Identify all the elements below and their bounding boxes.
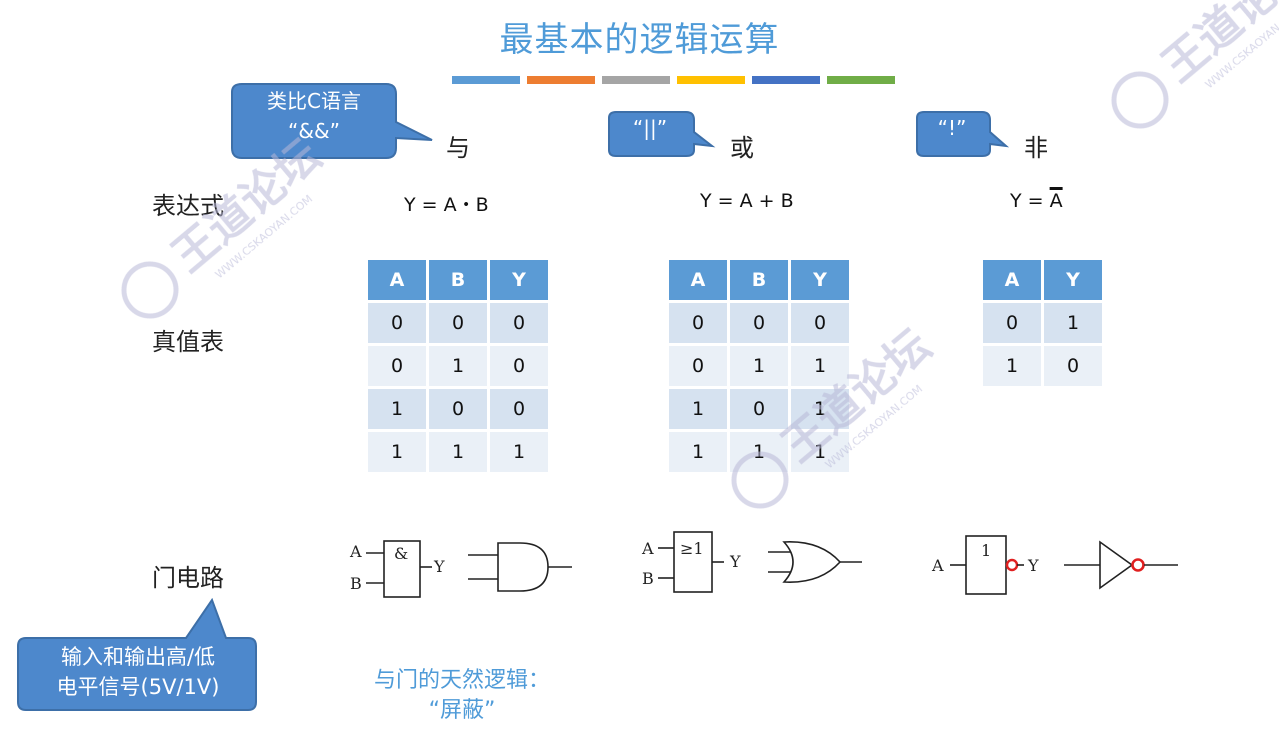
- page-title: 最基本的逻辑运算: [499, 20, 780, 60]
- table-cell: 1: [669, 432, 727, 472]
- table-row: 0 0 0: [368, 303, 548, 343]
- watermark-url: WWW.CSKAOYAN.COM: [213, 192, 315, 281]
- table-cell: 0: [429, 303, 487, 343]
- table-row: 1 0: [983, 346, 1102, 386]
- color-bar-segment: [677, 76, 745, 84]
- table-cell: 1: [730, 432, 788, 472]
- table-cell: 0: [368, 303, 426, 343]
- table-cell: 1: [368, 389, 426, 429]
- color-bar-segment: [527, 76, 595, 84]
- table-row: 0 0 0: [669, 303, 849, 343]
- color-bar: [452, 76, 895, 84]
- table-cell: 0: [669, 303, 727, 343]
- and-gate-symbol: &: [394, 544, 408, 563]
- callout-c-analogy-line2: “&&”: [288, 119, 340, 143]
- table-header: B: [730, 260, 788, 300]
- callout-or-text: “||”: [632, 116, 668, 140]
- note-line2: “屏蔽”: [428, 698, 496, 723]
- op-and-label: 与: [446, 134, 470, 162]
- row-label-truth-table: 真值表: [152, 328, 224, 356]
- callout-c-analogy-line1: 类比C语言: [267, 89, 361, 113]
- row-label-expression: 表达式: [152, 192, 224, 220]
- table-header: A: [983, 260, 1041, 300]
- table-cell: 0: [669, 346, 727, 386]
- row-label-gate-circuit: 门电路: [152, 564, 224, 592]
- table-row: 1 0 0: [368, 389, 548, 429]
- expr-not-var: A: [1049, 190, 1063, 212]
- gate-input-a-label: A: [349, 542, 362, 561]
- op-not-label: 非: [1024, 134, 1048, 162]
- table-cell: 1: [791, 432, 849, 472]
- not-gate-symbol: 1: [981, 541, 991, 560]
- color-bar-segment: [752, 76, 820, 84]
- table-header: A: [669, 260, 727, 300]
- expr-not: Y = A: [1010, 190, 1063, 212]
- table-cell: 1: [983, 346, 1041, 386]
- table-cell: 0: [490, 346, 548, 386]
- table-cell: 1: [791, 389, 849, 429]
- table-cell: 1: [429, 432, 487, 472]
- table-row: 0 1 1: [669, 346, 849, 386]
- truth-table-and: A B Y 0 0 0 0 1 0 1 0 0 1 1 1: [365, 257, 551, 475]
- not-gate-ansi-bubble: [1131, 558, 1145, 572]
- table-cell: 0: [791, 303, 849, 343]
- table-row: 1 1 1: [669, 432, 849, 472]
- table-cell: 0: [730, 303, 788, 343]
- table-cell: 1: [791, 346, 849, 386]
- not-gate-diagram: A 1 Y: [931, 535, 1178, 595]
- callout-signal-line2: 电平信号(5V/1V): [56, 675, 220, 699]
- gate-output-y-label: Y: [729, 552, 741, 571]
- table-header: Y: [1044, 260, 1102, 300]
- table-header: Y: [791, 260, 849, 300]
- table-cell: 0: [730, 389, 788, 429]
- table-cell: 1: [730, 346, 788, 386]
- color-bar-segment: [827, 76, 895, 84]
- table-header: A: [368, 260, 426, 300]
- table-row: 0 1 0: [368, 346, 548, 386]
- gate-output-y-label: Y: [1027, 556, 1039, 575]
- gate-input-a-label: A: [931, 556, 944, 575]
- table-cell: 0: [490, 303, 548, 343]
- table-cell: 0: [983, 303, 1041, 343]
- table-row: 1 1 1: [368, 432, 548, 472]
- table-row: 1 0 1: [669, 389, 849, 429]
- table-row: 0 1: [983, 303, 1102, 343]
- gate-input-a-label: A: [641, 539, 654, 558]
- not-gate-inversion-bubble: [1005, 558, 1019, 572]
- table-cell: 0: [1044, 346, 1102, 386]
- color-bar-segment: [602, 76, 670, 84]
- table-cell: 0: [368, 346, 426, 386]
- table-cell: 0: [490, 389, 548, 429]
- truth-table-or: A B Y 0 0 0 0 1 1 1 0 1 1 1 1: [666, 257, 852, 475]
- callout-signal-line1: 输入和输出高/低: [60, 645, 216, 669]
- expr-or: Y = A + B: [700, 190, 794, 212]
- table-cell: 1: [429, 346, 487, 386]
- table-cell: 1: [368, 432, 426, 472]
- not-gate-ansi-triangle: [1099, 540, 1134, 590]
- color-bar-segment: [452, 76, 520, 84]
- gate-input-b-label: B: [350, 574, 362, 593]
- op-or-label: 或: [730, 134, 754, 162]
- table-cell: 1: [669, 389, 727, 429]
- or-gate-diagram: A B ≥1 Y: [641, 531, 862, 593]
- expr-not-prefix: Y =: [1010, 190, 1050, 212]
- and-gate-diagram: A B & Y: [349, 540, 572, 598]
- table-header: Y: [490, 260, 548, 300]
- table-cell: 1: [490, 432, 548, 472]
- gate-output-y-label: Y: [433, 557, 445, 576]
- and-gate-ansi-shape: [497, 542, 549, 592]
- truth-table-not: A Y 0 1 1 0: [980, 257, 1105, 389]
- table-cell: 1: [1044, 303, 1102, 343]
- table-header: B: [429, 260, 487, 300]
- or-gate-symbol: ≥1: [680, 539, 704, 558]
- gate-input-b-label: B: [642, 569, 654, 588]
- callout-not-text: “!”: [937, 116, 967, 140]
- table-cell: 0: [429, 389, 487, 429]
- note-line1: 与门的天然逻辑：: [373, 668, 550, 693]
- or-gate-ansi-shape: [782, 541, 842, 583]
- expr-and: Y = A・B: [404, 194, 489, 216]
